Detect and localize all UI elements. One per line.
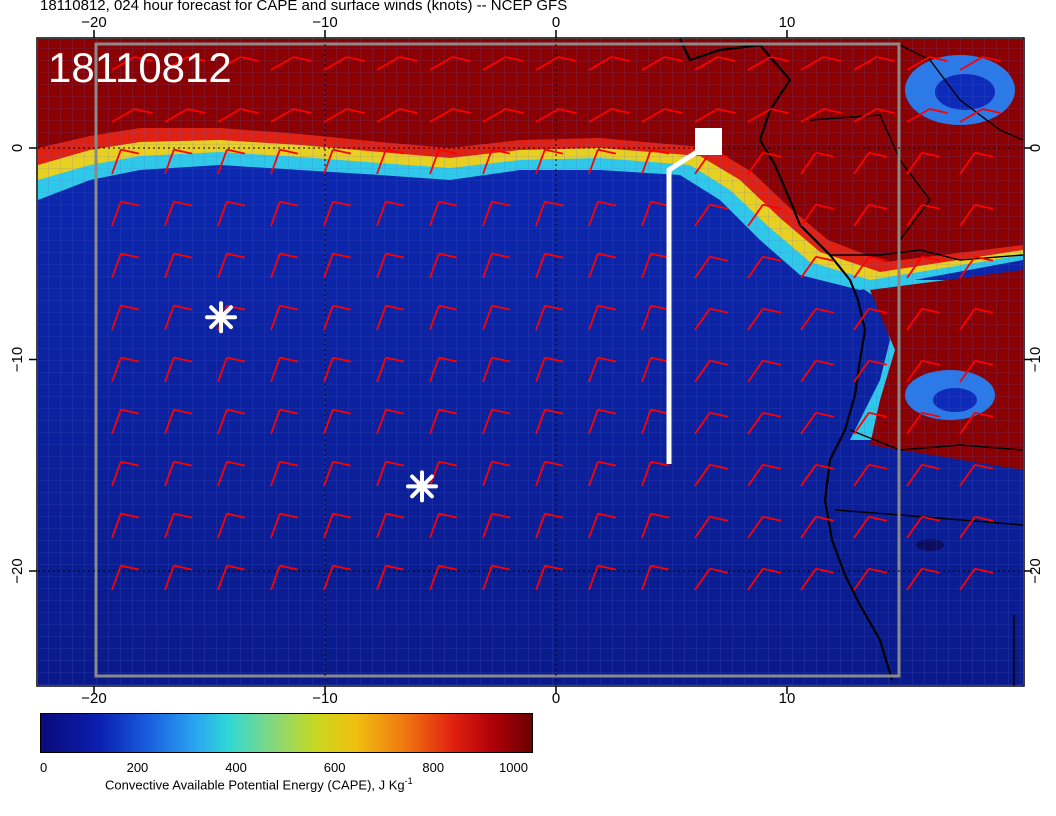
asterisk-marker xyxy=(205,301,238,334)
flight-track-endpoint xyxy=(695,128,722,155)
lon-label-top: −20 xyxy=(81,14,106,31)
colorbar-title-text: Convective Available Potential Energy (C… xyxy=(105,777,405,793)
colorbar-tick-label: 800 xyxy=(422,760,445,775)
lon-label-bottom: 0 xyxy=(552,690,560,707)
lon-label-top: −10 xyxy=(312,14,337,31)
colorbar-tick-label: 200 xyxy=(126,760,149,775)
lon-label-bottom: 10 xyxy=(779,690,796,707)
lon-label-top: 10 xyxy=(779,14,796,31)
colorbar-title-superscript: -1 xyxy=(404,776,413,786)
lon-label-bottom: −20 xyxy=(81,690,106,707)
colorbar-tick-label: 0 xyxy=(40,760,48,775)
colorbar-tick-label: 1000 xyxy=(499,760,528,775)
cape-colorbar xyxy=(40,713,533,753)
lat-label-right: 0 xyxy=(1027,144,1044,152)
lat-label-left: 0 xyxy=(9,144,26,152)
colorbar-tick-label: 400 xyxy=(225,760,247,775)
colorbar-tick-label: 600 xyxy=(323,760,346,775)
cape-wind-map: 18110812 −20 −10 0 10 −20 −10 0 10 0 0 −10 −10 −20 −2… xyxy=(9,14,1044,707)
asterisk-marker xyxy=(406,470,439,503)
lon-label-bottom: −10 xyxy=(312,690,337,707)
lat-label-right: −10 xyxy=(1027,347,1044,372)
lon-label-top: 0 xyxy=(552,14,560,31)
lat-label-right: −20 xyxy=(1027,558,1044,583)
lat-label-left: −20 xyxy=(9,558,26,583)
lat-label-left: −10 xyxy=(9,347,26,372)
colorbar-title: Convective Available Potential Energy (C… xyxy=(105,776,413,792)
date-stamp: 18110812 xyxy=(48,44,232,91)
